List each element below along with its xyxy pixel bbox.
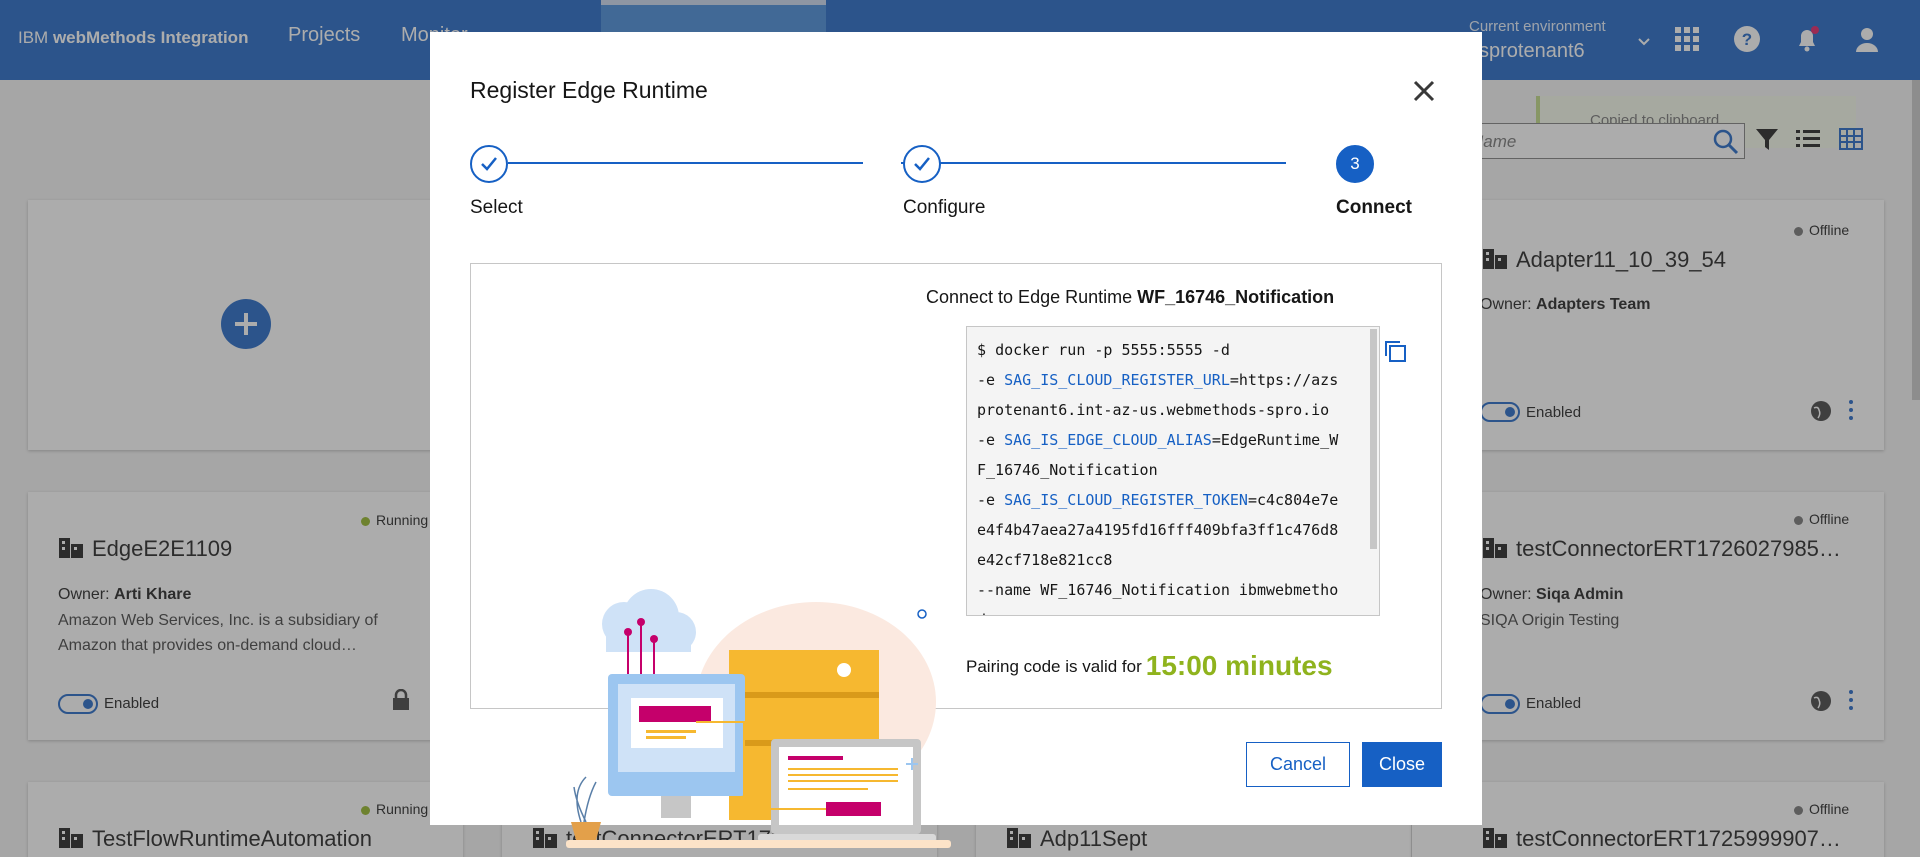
- docker-command-box[interactable]: $ docker run -p 5555:5555 -d -e SAG_IS_C…: [966, 326, 1380, 616]
- pairing-code-validity: Pairing code is valid for 15:00 minutes: [966, 650, 1333, 681]
- step-connect-number: 3: [1336, 145, 1374, 183]
- code-scrollbar[interactable]: [1370, 329, 1377, 549]
- runtime-illustration: [566, 589, 951, 848]
- copy-icon[interactable]: [1382, 338, 1408, 364]
- register-edge-runtime-dialog: Register Edge Runtime Select Configure 3…: [430, 32, 1482, 848]
- pairing-timer: 15:00 minutes: [1145, 650, 1333, 681]
- step-select-check-icon: [470, 145, 508, 183]
- step-label-connect: Connect: [1336, 197, 1412, 218]
- step-label-select: Select: [470, 197, 523, 218]
- docker-command: $ docker run -p 5555:5555 -d -e SAG_IS_C…: [977, 341, 1339, 615]
- connect-heading: Connect to Edge Runtime WF_16746_Notific…: [926, 287, 1335, 307]
- step-connector: [901, 162, 1286, 164]
- close-button[interactable]: Close: [1362, 742, 1442, 787]
- step-configure-check-icon: [903, 145, 941, 183]
- close-icon[interactable]: [1410, 77, 1438, 105]
- step-label-configure: Configure: [903, 197, 986, 218]
- modal-title: Register Edge Runtime: [470, 77, 708, 103]
- cancel-button[interactable]: Cancel: [1246, 742, 1350, 787]
- step-connector: [508, 162, 863, 164]
